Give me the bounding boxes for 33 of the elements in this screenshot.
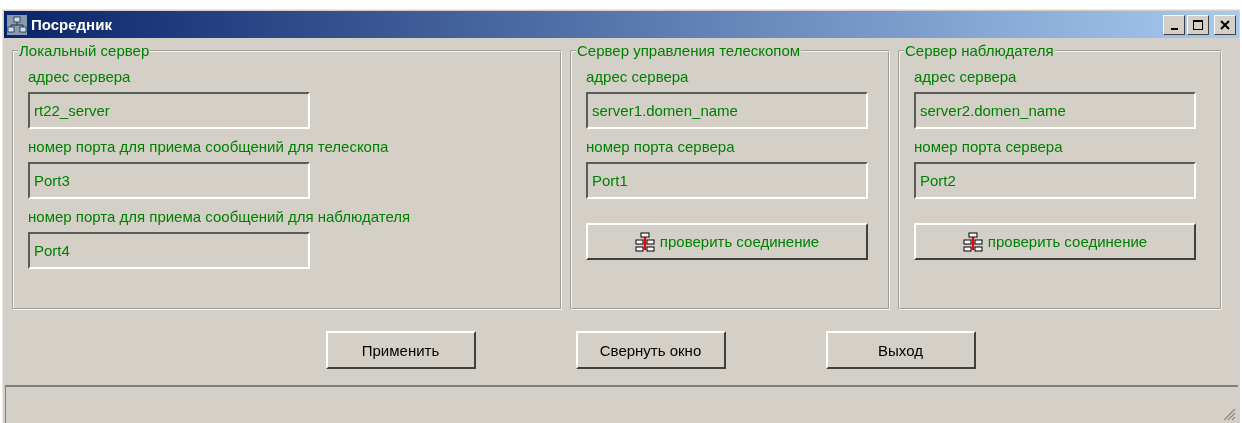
maximize-button[interactable] <box>1187 14 1209 35</box>
check-connection-button[interactable]: проверить соединение <box>586 223 868 260</box>
field-label: номер порта для приема сообщений для телескопа <box>28 138 389 155</box>
input-field[interactable]: Port2 <box>914 162 1196 199</box>
input-field[interactable]: Port3 <box>28 162 310 199</box>
field-label: адрес сервера <box>28 68 131 85</box>
field-label: номер порта для приема сообщений для наблюдателя <box>28 208 411 225</box>
resize-grip-icon <box>1222 407 1236 421</box>
check-connection-button[interactable]: проверить соединение <box>914 223 1196 260</box>
group-title: Сервер наблюдателя <box>904 42 1055 59</box>
field-label: адрес сервера <box>586 68 689 85</box>
window-title: Посредник <box>31 16 112 33</box>
field-label: номер порта сервера <box>914 138 1063 155</box>
minimize-icon <box>1170 27 1178 30</box>
field-label: адрес сервера <box>914 68 1017 85</box>
field-label: номер порта сервера <box>586 138 735 155</box>
dialog-button[interactable]: Применить <box>325 331 476 369</box>
network-icon <box>634 231 655 252</box>
close-icon <box>1219 18 1231 31</box>
dialog-button[interactable]: Выход <box>825 331 976 369</box>
network-icon <box>962 231 983 252</box>
network-icon <box>7 14 27 35</box>
close-button[interactable] <box>1214 14 1236 35</box>
minimize-button[interactable] <box>1163 14 1185 35</box>
input-field[interactable]: Port1 <box>586 162 868 199</box>
dialog-button[interactable]: Свернуть окно <box>575 331 726 369</box>
input-field[interactable]: rt22_server <box>28 92 310 129</box>
input-field[interactable]: server2.domen_name <box>914 92 1196 129</box>
input-field[interactable]: Port4 <box>28 232 310 269</box>
input-field[interactable]: server1.domen_name <box>586 92 868 129</box>
group-title: Локальный сервер <box>18 42 151 59</box>
group-title: Сервер управления телескопом <box>576 42 802 59</box>
maximize-icon <box>1192 18 1204 31</box>
